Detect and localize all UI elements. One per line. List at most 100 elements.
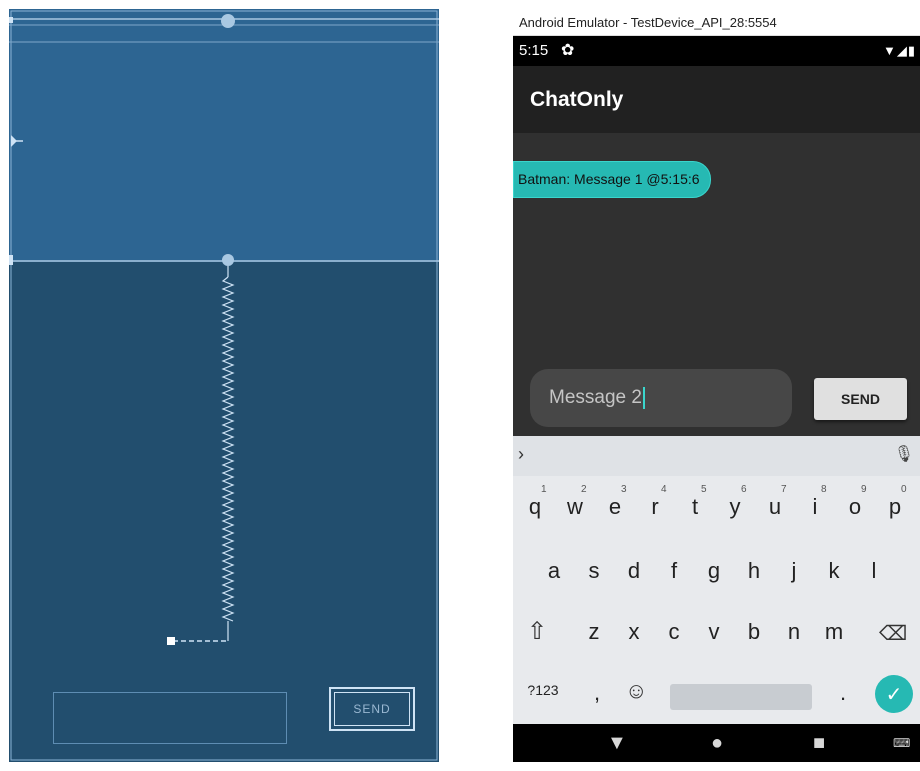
key-g-label: g	[707, 558, 721, 583]
key-r[interactable]: r4	[637, 484, 673, 520]
key-x[interactable]: x	[616, 619, 652, 645]
key-p-hint: 0	[901, 484, 907, 495]
key-w-hint: 2	[581, 484, 587, 495]
key-c[interactable]: c	[656, 619, 692, 645]
key-i-label: i	[812, 494, 818, 519]
key-symbols-label: ?123	[527, 682, 559, 698]
key-k[interactable]: k	[816, 558, 852, 584]
key-i-hint: 8	[821, 484, 827, 495]
key-t[interactable]: t5	[677, 484, 713, 520]
blueprint-messages-region	[9, 9, 439, 262]
emulator-window-title: Android Emulator - TestDevice_API_28:555…	[513, 9, 920, 36]
key-v-label: v	[708, 619, 720, 644]
key-f-label: f	[670, 558, 678, 583]
space-bar[interactable]	[670, 684, 812, 710]
enter-check-icon[interactable]: ✓	[875, 675, 913, 713]
blueprint-send-button[interactable]: SEND	[329, 687, 415, 731]
key-a[interactable]: a	[536, 558, 572, 584]
key-c-label: c	[668, 619, 680, 644]
keyboard-suggestion-bar: › 🎙	[513, 436, 920, 476]
key-b-label: b	[747, 619, 761, 644]
home-icon[interactable]: ●	[711, 732, 723, 755]
navigation-bar: ▼ ● ■ ⌨	[513, 724, 920, 762]
chevron-right-icon[interactable]: ›	[518, 444, 524, 465]
blueprint-anchor-point	[222, 254, 234, 266]
key-comma-label: ,	[593, 680, 601, 705]
key-h-label: h	[747, 558, 761, 583]
key-n[interactable]: n	[776, 619, 812, 645]
key-r-hint: 4	[661, 484, 667, 495]
key-q-hint: 1	[541, 484, 547, 495]
blueprint-top-anchor	[221, 14, 235, 28]
emoji-icon[interactable]: ☺	[625, 678, 647, 704]
microphone-icon[interactable]: 🎙	[894, 444, 914, 464]
key-a-label: a	[547, 558, 561, 583]
blueprint-input-placeholder-box[interactable]	[53, 692, 287, 744]
key-o[interactable]: o9	[837, 484, 873, 520]
soft-keyboard: › 🎙 q1w2e3r4t5y6u7i8o9p0asdfghjklzxcvbnm…	[513, 436, 920, 724]
key-symbols[interactable]: ?123	[521, 682, 565, 698]
keyboard-switch-icon[interactable]: ⌨	[893, 736, 910, 750]
message-input-text: Message 2	[549, 387, 642, 408]
message-input[interactable]: Message 2	[530, 369, 792, 427]
key-p[interactable]: p0	[877, 484, 913, 520]
key-v[interactable]: v	[696, 619, 732, 645]
status-bar: 5:15 ✿ ▼◢▮	[513, 36, 920, 66]
key-e[interactable]: e3	[597, 484, 633, 520]
key-q-label: q	[528, 494, 542, 519]
key-m[interactable]: m	[816, 619, 852, 645]
key-w[interactable]: w2	[557, 484, 593, 520]
key-s-label: s	[588, 558, 600, 583]
shift-icon[interactable]: ⇧	[527, 617, 547, 646]
key-l-label: l	[871, 558, 877, 583]
key-x-label: x	[628, 619, 640, 644]
key-period-label: .	[839, 680, 847, 705]
gear-icon: ✿	[561, 42, 575, 59]
blueprint-spring-constraint[interactable]	[221, 276, 235, 622]
key-z[interactable]: z	[576, 619, 612, 645]
blueprint-constraint-handle[interactable]	[167, 637, 175, 645]
key-y[interactable]: y6	[717, 484, 753, 520]
blueprint-left-handle[interactable]	[9, 255, 13, 265]
key-i[interactable]: i8	[797, 484, 833, 520]
key-r-label: r	[651, 494, 659, 519]
key-q[interactable]: q1	[517, 484, 553, 520]
recents-icon[interactable]: ■	[813, 732, 825, 755]
key-e-label: e	[608, 494, 622, 519]
key-o-label: o	[848, 494, 862, 519]
key-k-label: k	[828, 558, 840, 583]
android-emulator-window: Android Emulator - TestDevice_API_28:555…	[513, 9, 920, 762]
backspace-icon[interactable]: ⌫	[879, 621, 907, 646]
blueprint-canvas	[9, 9, 439, 761]
text-caret	[642, 386, 645, 409]
key-d-label: d	[627, 558, 641, 583]
key-o-hint: 9	[861, 484, 867, 495]
status-time: 5:15	[519, 42, 549, 59]
key-u-hint: 7	[781, 484, 787, 495]
key-s[interactable]: s	[576, 558, 612, 584]
key-d[interactable]: d	[616, 558, 652, 584]
key-z-label: z	[588, 619, 600, 644]
layout-blueprint-panel: SEND	[9, 9, 439, 762]
key-w-label: w	[567, 494, 583, 519]
key-l[interactable]: l	[856, 558, 892, 584]
send-button[interactable]: SEND	[814, 378, 907, 420]
key-p-label: p	[888, 494, 902, 519]
back-icon[interactable]: ▼	[607, 732, 627, 755]
key-j-label: j	[791, 558, 797, 583]
chat-message-bubble: Batman: Message 1 @5:15:6	[513, 161, 711, 198]
key-g[interactable]: g	[696, 558, 732, 584]
blueprint-top-handle[interactable]	[9, 17, 13, 23]
key-b[interactable]: b	[736, 619, 772, 645]
key-y-label: y	[729, 494, 741, 519]
key-e-hint: 3	[621, 484, 627, 495]
key-t-hint: 5	[701, 484, 707, 495]
key-h[interactable]: h	[736, 558, 772, 584]
key-u[interactable]: u7	[757, 484, 793, 520]
key-period[interactable]: .	[825, 680, 861, 706]
key-f[interactable]: f	[656, 558, 692, 584]
key-n-label: n	[787, 619, 801, 644]
key-comma[interactable]: ,	[579, 680, 615, 706]
signal-battery-icon: ▼◢▮	[882, 43, 916, 58]
key-j[interactable]: j	[776, 558, 812, 584]
